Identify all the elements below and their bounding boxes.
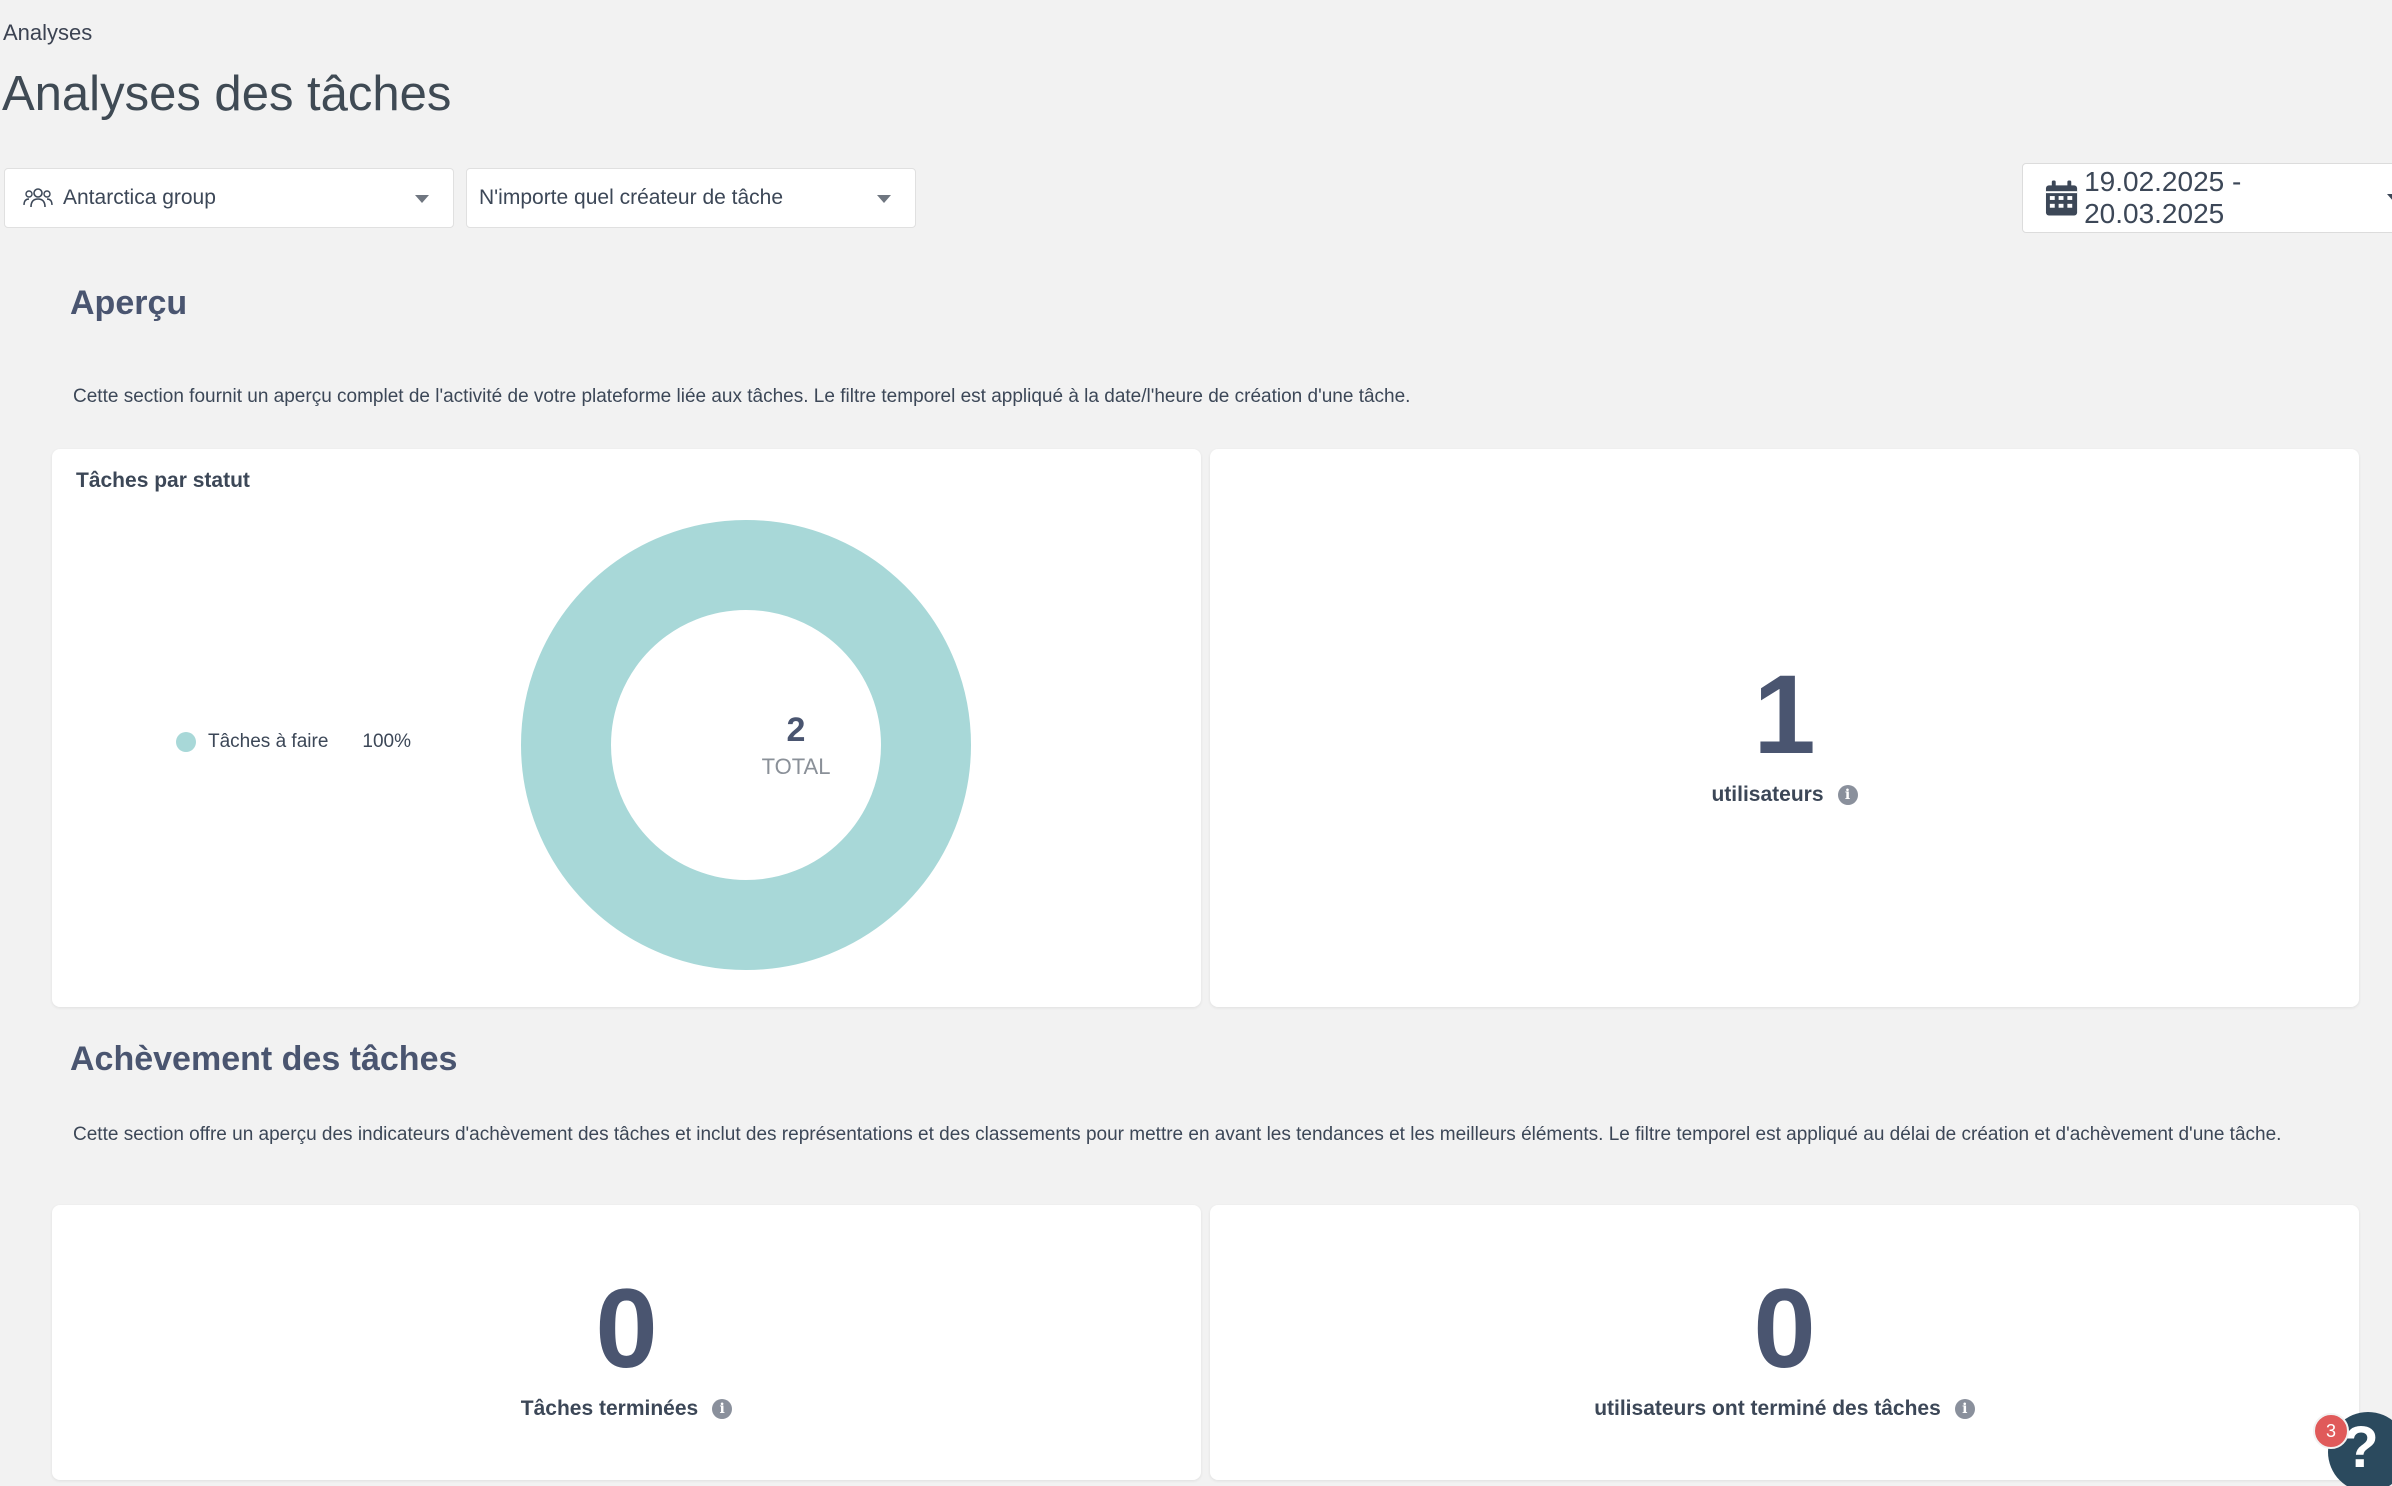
completion-section-description: Cette section offre un aperçu des indica… — [73, 1124, 2282, 1145]
chevron-down-icon — [877, 195, 891, 203]
breadcrumb[interactable]: Analyses — [3, 20, 92, 46]
users-completed-card: 0 utilisateurs ont terminé des tâches i — [1210, 1205, 2359, 1480]
tasks-by-status-title: Tâches par statut — [76, 469, 250, 492]
legend-color-dot — [176, 732, 196, 752]
completed-tasks-stat: 0 Tâches terminées i — [52, 1273, 1201, 1421]
overview-section-description: Cette section fournit un aperçu complet … — [73, 386, 1411, 407]
users-card: 1 utilisateurs i — [1210, 449, 2359, 1007]
legend-percent: 100% — [362, 731, 412, 752]
help-question-icon: ? — [2343, 1414, 2379, 1480]
creator-filter-select[interactable]: N'importe quel créateur de tâche — [466, 168, 916, 228]
creator-filter-value: N'importe quel créateur de tâche — [479, 186, 784, 209]
users-completed-count: 0 — [1753, 1266, 1816, 1391]
date-range-picker[interactable]: 19.02.2025 - 20.03.2025 — [2022, 163, 2392, 233]
completed-tasks-count: 0 — [595, 1266, 658, 1391]
page-title: Analyses des tâches — [2, 67, 452, 121]
users-group-icon — [23, 188, 53, 208]
info-icon[interactable]: i — [1837, 785, 1858, 805]
completed-tasks-label: Tâches terminées — [520, 1397, 699, 1420]
donut-total-value: 2 — [786, 711, 806, 749]
chart-legend: Tâches à faire 100% — [176, 731, 411, 753]
tasks-by-status-card: Tâches par statut Tâches à faire 100% 2 … — [52, 449, 1201, 1007]
chevron-down-icon — [415, 195, 429, 203]
donut-center: 2 TOTAL — [661, 711, 931, 780]
users-stat: 1 utilisateurs i — [1210, 659, 2359, 807]
info-icon[interactable]: i — [1954, 1399, 1975, 1419]
users-completed-stat: 0 utilisateurs ont terminé des tâches i — [1210, 1273, 2359, 1421]
overview-section-title: Aperçu — [70, 284, 188, 322]
date-range-value: 19.02.2025 - 20.03.2025 — [2084, 166, 2242, 229]
analytics-page: Analyses Analyses des tâches Antarctica … — [0, 0, 2392, 1486]
calendar-icon — [2045, 180, 2078, 216]
completed-tasks-card: 0 Tâches terminées i — [52, 1205, 1201, 1480]
users-count: 1 — [1753, 652, 1816, 777]
legend-label: Tâches à faire — [208, 731, 329, 752]
info-icon[interactable]: i — [712, 1399, 733, 1419]
chevron-down-icon — [2387, 194, 2392, 202]
users-completed-label: utilisateurs ont terminé des tâches — [1594, 1397, 1941, 1420]
group-filter-select[interactable]: Antarctica group — [4, 168, 454, 228]
users-label: utilisateurs — [1711, 783, 1824, 806]
donut-total-label: TOTAL — [761, 754, 831, 779]
group-filter-value: Antarctica group — [63, 186, 216, 209]
completion-section-title: Achèvement des tâches — [70, 1040, 458, 1078]
notification-badge: 3 — [2313, 1413, 2349, 1449]
